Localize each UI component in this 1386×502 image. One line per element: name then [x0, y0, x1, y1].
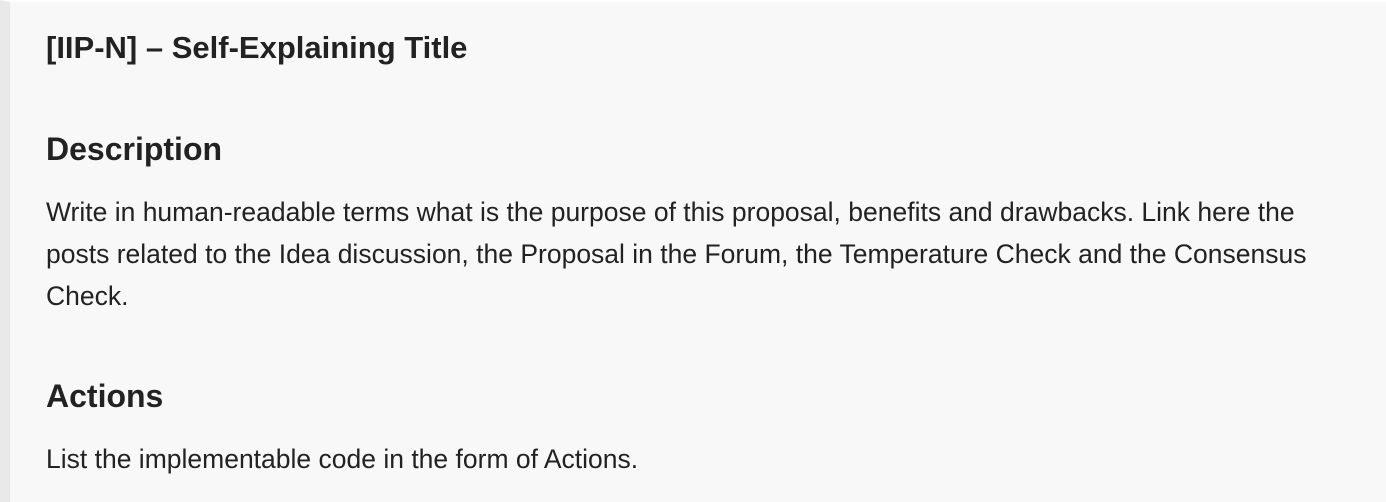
description-text: Write in human-readable terms what is th… [46, 197, 1307, 311]
description-heading: Description [46, 131, 223, 167]
proposal-title: [IIP-N] – Self-Explaining Title [46, 30, 468, 65]
actions-heading: Actions [46, 378, 164, 414]
actions-text: List the implementable code in the form … [46, 444, 639, 474]
template-quote-block: [IIP-N] – Self-Explaining Title Descript… [0, 0, 1386, 502]
